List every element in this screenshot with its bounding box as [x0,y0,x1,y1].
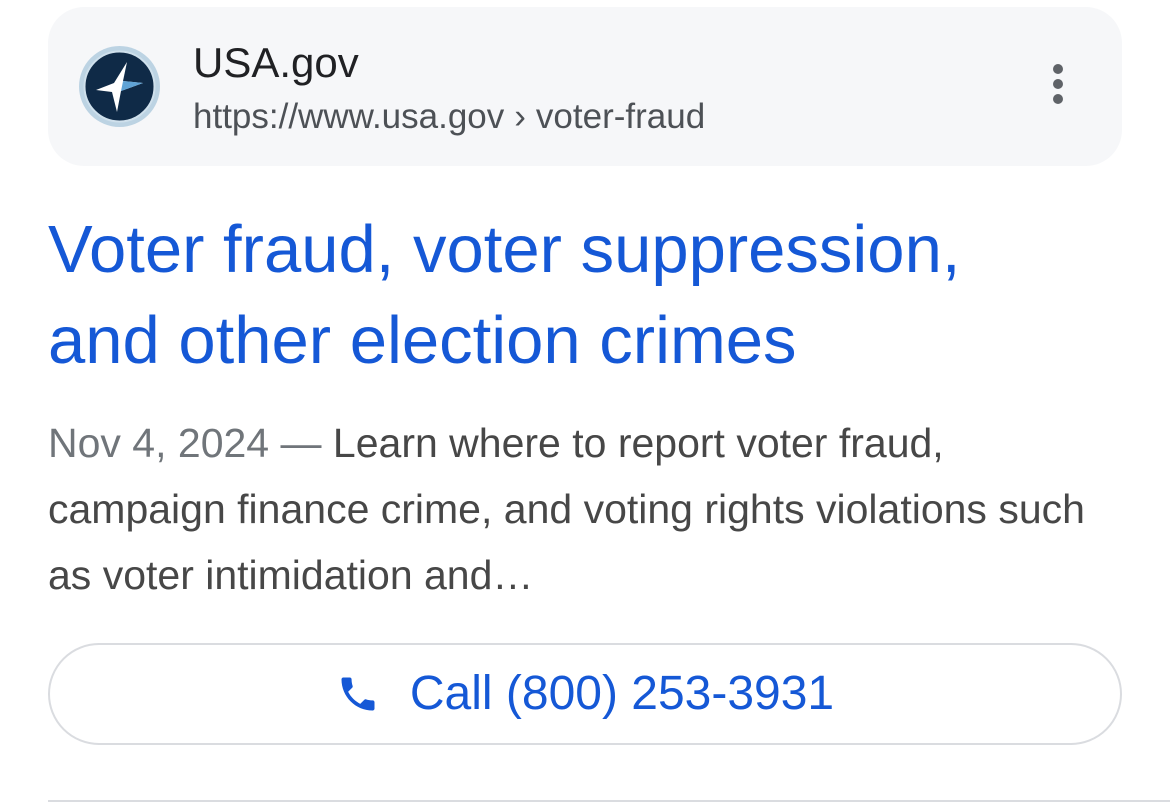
date-dash: — [280,420,322,466]
phone-icon [341,677,375,711]
more-vert-icon [1053,64,1063,104]
call-button-label: Call (800) 253-3931 [409,667,835,720]
more-options-button[interactable] [1034,58,1082,110]
result-divider [48,800,1170,802]
site-url[interactable]: https://www.usa.gov › voter-fraud [193,95,705,139]
result-date: Nov 4, 2024 [48,420,270,466]
call-button[interactable]: Call (800) 253-3931 [48,643,1122,745]
search-result: USA.gov https://www.usa.gov › voter-fraud … [0,0,1170,804]
url-path: voter-fraud [535,97,706,136]
result-snippet: Nov 4, 2024 — Learn where to report vote… [48,410,1128,608]
site-name[interactable]: USA.gov [193,38,359,88]
usa-gov-favicon-icon[interactable] [79,46,160,127]
breadcrumb-separator: › [514,97,526,136]
result-title-link[interactable]: Voter fraud, voter suppression, and othe… [48,204,1128,386]
result-title-line-1: Voter fraud, voter suppression, [48,212,961,287]
usa-gov-star-logo-icon [83,50,156,123]
result-title-line-2: and other election crimes [48,303,797,378]
url-base: https://www.usa.gov [193,97,505,136]
